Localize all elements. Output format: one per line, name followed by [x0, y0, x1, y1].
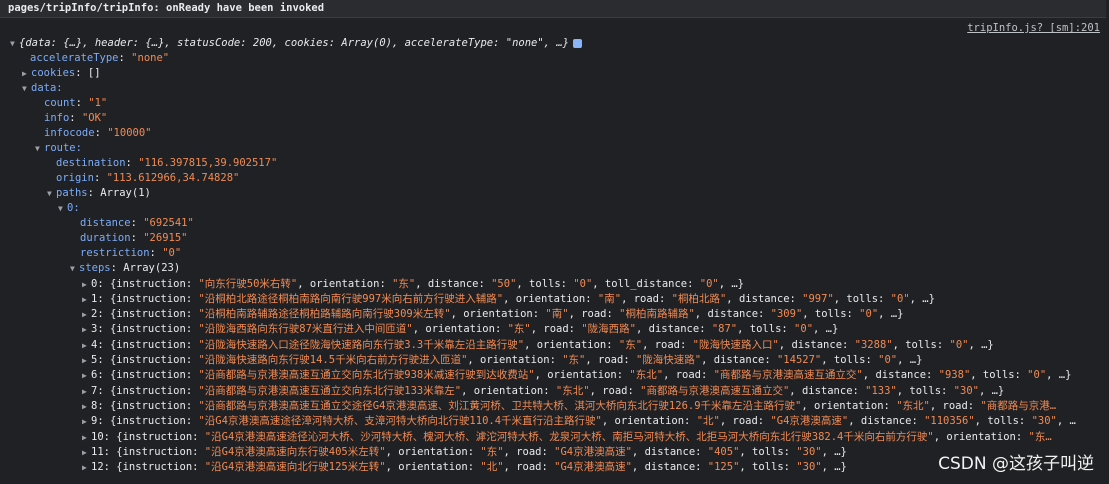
prop-value: "692541" — [143, 217, 194, 229]
expand-triangle-icon[interactable]: ▼ — [70, 262, 79, 276]
info-icon — [572, 38, 582, 48]
expand-triangle-icon[interactable]: ▼ — [58, 202, 67, 216]
collapsed-triangle-icon[interactable]: ▶ — [82, 446, 91, 460]
prop-data[interactable]: ▼ data: — [22, 81, 63, 95]
prop-duration: duration: "26915" — [80, 232, 188, 244]
prop-count: count: "1" — [44, 97, 108, 109]
prop-value: "0" — [162, 247, 182, 259]
prop-key: distance — [80, 217, 131, 229]
prop-key: steps — [79, 262, 111, 274]
prop-key: info — [44, 112, 70, 124]
log-message-text: pages/tripInfo/tripInfo: onReady have be… — [8, 2, 325, 14]
step-row-text: 0: {instruction: "向东行驶50米右转", orientatio… — [91, 278, 745, 290]
summary-text: {data: {…}, header: {…}, statusCode: 200… — [19, 37, 569, 49]
prop-key: cookies — [31, 67, 76, 79]
expand-triangle-icon[interactable]: ▼ — [10, 37, 19, 51]
step-row-text: 7: {instruction: "沿商都路与京港澳高速互通立交向东北行驶133… — [91, 385, 1005, 397]
prop-key: infocode — [44, 127, 95, 139]
watermark: CSDN @这孩子叫逆 — [938, 454, 1094, 474]
step-row[interactable]: ▶ 12: {instruction: "沿G4京港澳高速向北行驶125米左转",… — [82, 460, 847, 474]
step-row[interactable]: ▶ 6: {instruction: "沿商都路与京港澳高速互通立交向东北行驶93… — [82, 368, 1071, 382]
prop-key: origin — [56, 172, 94, 184]
prop-infocode: infocode: "10000" — [44, 127, 152, 139]
collapsed-triangle-icon[interactable]: ▶ — [22, 67, 31, 81]
prop-key: accelerateType — [30, 52, 119, 64]
collapsed-triangle-icon[interactable]: ▶ — [82, 385, 91, 399]
prop-key: paths — [56, 187, 88, 199]
prop-key: data: — [31, 82, 63, 94]
prop-distance: distance: "692541" — [80, 217, 194, 229]
prop-key: restriction — [80, 247, 150, 259]
step-row[interactable]: ▶ 5: {instruction: "沿陇海快速路向东行驶14.5千米向右前方行… — [82, 353, 922, 367]
collapsed-triangle-icon[interactable]: ▶ — [82, 278, 91, 292]
step-row[interactable]: ▶ 8: {instruction: "沿商都路与京港澳高速互通立交途径G4京港澳… — [82, 399, 1056, 413]
step-row-text: 6: {instruction: "沿商都路与京港澳高速互通立交向东北行驶938… — [91, 369, 1072, 381]
step-row-text: 2: {instruction: "沿桐柏南路辅路途径桐柏路辅路向南行驶309米… — [91, 308, 904, 320]
prop-route[interactable]: ▼ route: — [35, 141, 82, 155]
step-row[interactable]: ▶ 0: {instruction: "向东行驶50米右转", orientati… — [82, 277, 744, 291]
console-log-message: pages/tripInfo/tripInfo: onReady have be… — [0, 0, 1106, 18]
object-summary[interactable]: ▼ {data: {…}, header: {…}, statusCode: 20… — [10, 36, 582, 50]
step-row[interactable]: ▶ 4: {instruction: "沿陇海快速路入口途径陇海快速路向东行驶3.… — [82, 338, 994, 352]
prop-value: "26915" — [143, 232, 188, 244]
collapsed-triangle-icon[interactable]: ▶ — [82, 400, 91, 414]
prop-value: [] — [87, 67, 101, 79]
collapsed-triangle-icon[interactable]: ▶ — [82, 354, 91, 368]
expand-triangle-icon[interactable]: ▼ — [22, 82, 31, 96]
prop-key: route: — [44, 142, 82, 154]
step-row-text: 9: {instruction: "沿G4京港澳高速途径漳河特大桥、支漳河特大桥… — [91, 415, 1076, 427]
step-row-text: 3: {instruction: "沿陇海西路向东行驶87米直行进入中间匝道",… — [91, 323, 839, 335]
prop-restriction: restriction: "0" — [80, 247, 182, 259]
step-row[interactable]: ▶ 1: {instruction: "沿桐柏北路途径桐柏南路向南行驶997米向右… — [82, 292, 935, 306]
prop-key: destination — [56, 157, 126, 169]
step-row-text: 1: {instruction: "沿桐柏北路途径桐柏南路向南行驶997米向右前… — [91, 293, 935, 305]
prop-paths[interactable]: ▼ paths: Array(1) — [47, 186, 151, 200]
prop-value: "10000" — [107, 127, 152, 139]
collapsed-triangle-icon[interactable]: ▶ — [82, 415, 91, 429]
collapsed-triangle-icon[interactable]: ▶ — [82, 369, 91, 383]
collapsed-triangle-icon[interactable]: ▶ — [82, 323, 91, 337]
console-panel: pages/tripInfo/tripInfo: onReady have be… — [0, 0, 1106, 484]
prop-key: duration — [80, 232, 131, 244]
expand-triangle-icon[interactable]: ▼ — [47, 187, 56, 201]
prop-value: "OK" — [81, 112, 108, 124]
prop-destination: destination: "116.397815,39.902517" — [56, 157, 278, 169]
prop-cookies[interactable]: ▶ cookies: [] — [22, 66, 101, 80]
step-row-text: 11: {instruction: "沿G4京港澳高速向东行驶405米左转", … — [91, 446, 847, 458]
prop-path-0[interactable]: ▼ 0: — [58, 201, 80, 215]
prop-info: info: "OK" — [44, 112, 108, 124]
expand-triangle-icon[interactable]: ▼ — [35, 142, 44, 156]
step-row-text: 8: {instruction: "沿商都路与京港澳高速互通立交途径G4京港澳高… — [91, 400, 1057, 412]
step-row[interactable]: ▶ 7: {instruction: "沿商都路与京港澳高速互通立交向东北行驶13… — [82, 384, 1004, 398]
collapsed-triangle-icon[interactable]: ▶ — [82, 308, 91, 322]
prop-value: Array(23) — [123, 262, 181, 274]
prop-value: "113.612966,34.74828" — [106, 172, 240, 184]
step-row[interactable]: ▶ 9: {instruction: "沿G4京港澳高速途径漳河特大桥、支漳河特大… — [82, 414, 1076, 428]
step-row-text: 5: {instruction: "沿陇海快速路向东行驶14.5千米向右前方行驶… — [91, 354, 923, 366]
prop-value: "116.397815,39.902517" — [138, 157, 278, 169]
collapsed-triangle-icon[interactable]: ▶ — [82, 431, 91, 445]
collapsed-triangle-icon[interactable]: ▶ — [82, 461, 91, 475]
step-row[interactable]: ▶ 11: {instruction: "沿G4京港澳高速向东行驶405米左转",… — [82, 445, 847, 459]
collapsed-triangle-icon[interactable]: ▶ — [82, 293, 91, 307]
prop-steps[interactable]: ▼ steps: Array(23) — [70, 261, 180, 275]
prop-origin: origin: "113.612966,34.74828" — [56, 172, 240, 184]
step-row-text: 12: {instruction: "沿G4京港澳高速向北行驶125米左转", … — [91, 461, 847, 473]
prop-accelerateType: accelerateType: "none" — [30, 52, 170, 64]
prop-value: Array(1) — [100, 187, 151, 199]
prop-key: 0: — [67, 202, 80, 214]
collapsed-triangle-icon[interactable]: ▶ — [82, 339, 91, 353]
step-row[interactable]: ▶ 2: {instruction: "沿桐柏南路辅路途径桐柏路辅路向南行驶309… — [82, 307, 903, 321]
step-row[interactable]: ▶ 10: {instruction: "沿G4京港澳高速途径沁河大桥、沙河特大桥… — [82, 430, 1052, 444]
step-row[interactable]: ▶ 3: {instruction: "沿陇海西路向东行驶87米直行进入中间匝道"… — [82, 322, 838, 336]
step-row-text: 10: {instruction: "沿G4京港澳高速途径沁河大桥、沙河特大桥、… — [91, 431, 1052, 443]
prop-value: "none" — [131, 52, 170, 64]
source-link[interactable]: tripInfo.js? [sm]:201 — [967, 22, 1100, 34]
prop-key: count — [44, 97, 76, 109]
step-row-text: 4: {instruction: "沿陇海快速路入口途径陇海快速路向东行驶3.3… — [91, 339, 994, 351]
prop-value: "1" — [88, 97, 108, 109]
